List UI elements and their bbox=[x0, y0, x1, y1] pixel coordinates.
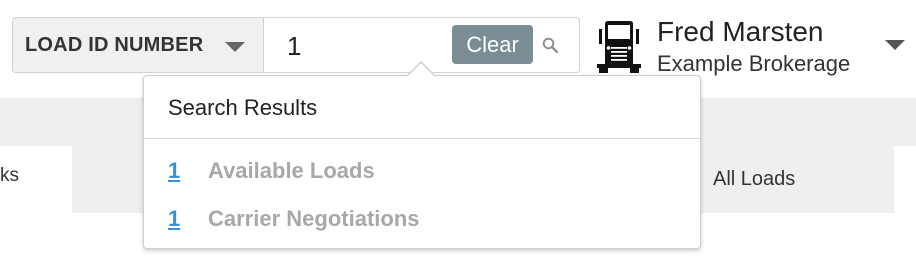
search-input[interactable] bbox=[287, 31, 457, 61]
dropdown-pointer-fill bbox=[407, 63, 435, 77]
result-label: Available Loads bbox=[208, 158, 375, 183]
search-results-dropdown: Search Results 1 Available Loads 1 Carri… bbox=[143, 75, 701, 249]
tab-all-loads[interactable]: All Loads bbox=[713, 168, 795, 191]
result-available-loads[interactable]: 1 Available Loads bbox=[168, 156, 375, 186]
user-company: Example Brokerage bbox=[657, 51, 851, 76]
chevron-down-icon bbox=[225, 42, 245, 52]
search-bar: LOAD ID NUMBER Clear bbox=[12, 17, 580, 73]
result-label: Carrier Negotiations bbox=[208, 206, 420, 231]
chevron-down-icon[interactable] bbox=[885, 40, 905, 50]
tab-partial[interactable]: ks bbox=[0, 165, 19, 187]
truck-icon bbox=[597, 21, 641, 73]
result-carrier-negotiations[interactable]: 1 Carrier Negotiations bbox=[168, 204, 420, 234]
result-count[interactable]: 1 bbox=[168, 206, 208, 232]
tab-cell-left bbox=[72, 146, 147, 213]
user-name[interactable]: Fred Marsten bbox=[657, 16, 824, 48]
results-title: Search Results bbox=[168, 95, 318, 120]
search-type-label: LOAD ID NUMBER bbox=[25, 33, 204, 56]
clear-button[interactable]: Clear bbox=[452, 25, 533, 64]
result-count[interactable]: 1 bbox=[168, 158, 208, 184]
search-type-select[interactable]: LOAD ID NUMBER bbox=[13, 18, 264, 72]
divider bbox=[144, 138, 700, 139]
search-icon[interactable] bbox=[542, 37, 558, 53]
